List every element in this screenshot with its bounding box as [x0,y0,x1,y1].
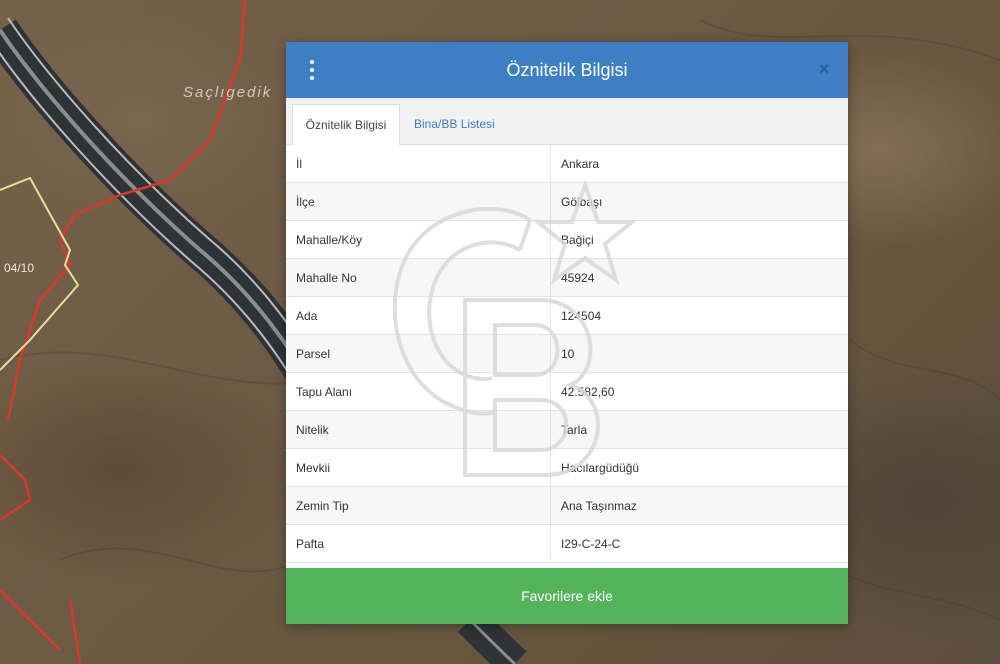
tab-bar: Öznitelik Bilgisi Bina/BB Listesi [286,98,848,145]
row-value: 124504 [550,297,848,334]
table-row: Ada 124504 [286,297,848,335]
table-row: Nitelik Tarla [286,411,848,449]
row-label: Nitelik [296,423,329,437]
row-label: Ada [296,309,318,323]
table-row: İl Ankara [286,145,848,183]
row-value: Ana Taşınmaz [550,487,848,524]
row-label: Parsel [296,347,331,361]
map-place-label: Saçlıgedik [183,84,273,101]
row-value: I29-C-24-C [550,525,848,562]
table-row: Mevkii Hacılargüdüğü [286,449,848,487]
table-row: İlçe Gölbaşı [286,183,848,221]
dialog-title: Öznitelik Bilgisi [506,60,628,80]
table-row: Zemin Tip Ana Taşınmaz [286,487,848,525]
table-row: Mahalle/Köy Bağiçi [286,221,848,259]
dialog-header: Öznitelik Bilgisi × [286,42,848,98]
row-value: 45924 [550,259,848,296]
row-label: Tapu Alanı [296,385,353,399]
table-row: Pafta I29-C-24-C [286,525,848,563]
row-label: Pafta [296,537,325,551]
tab-building-list[interactable]: Bina/BB Listesi [406,104,503,144]
row-value: 10 [550,335,848,372]
row-label: Mahalle No [296,271,357,285]
table-row: Mahalle No 45924 [286,259,848,297]
row-value: Hacılargüdüğü [550,449,848,486]
row-label: İlçe [296,195,315,209]
row-label: Mahalle/Köy [296,233,363,247]
table-row: Parsel 10 [286,335,848,373]
row-value: Gölbaşı [550,183,848,220]
add-to-favorites-button[interactable]: Favorilere ekle [286,568,848,624]
table-row: Tapu Alanı 42.582,60 [286,373,848,411]
row-label: Mevkii [296,461,331,475]
row-value: Tarla [550,411,848,448]
attribute-table: İl Ankara İlçe Gölbaşı Mahalle/Köy Bağiçi M… [286,145,848,568]
row-value: Ankara [550,145,848,182]
attribute-info-dialog: Öznitelik Bilgisi × Öznitelik Bilgisi Bi… [286,42,848,624]
row-label: Zemin Tip [296,499,349,513]
close-icon[interactable]: × [814,58,834,80]
row-value: Bağiçi [550,221,848,258]
tab-attribute-info[interactable]: Öznitelik Bilgisi [292,104,400,145]
row-label: İl [296,157,302,171]
row-value: 42.582,60 [550,373,848,410]
map-parcel-label: 04/10 [4,261,35,275]
